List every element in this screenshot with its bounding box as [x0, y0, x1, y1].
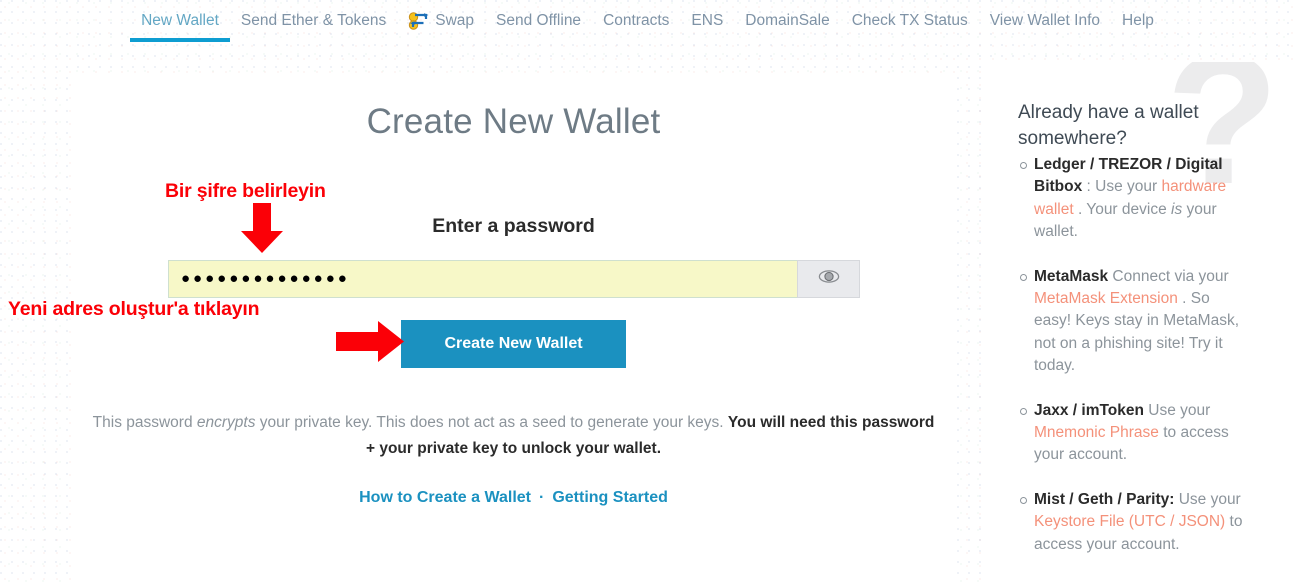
- swap-coins-icon: [408, 12, 430, 30]
- password-visibility-toggle[interactable]: [797, 260, 860, 298]
- nav-item-label: Check TX Status: [851, 12, 968, 29]
- nav-item-label: DomainSale: [745, 12, 830, 29]
- list-item: Mist / Geth / Parity: Use your Keystore …: [1020, 489, 1246, 556]
- nav-item-domainsale[interactable]: DomainSale: [734, 8, 840, 32]
- already-have-wallet-sidebar: ? Already have a wallet somewhere? Ledge…: [988, 62, 1295, 583]
- annotation-password-note: Bir şifre belirleyin: [165, 180, 326, 202]
- nav-item-help[interactable]: Help: [1111, 8, 1165, 32]
- nav-item-ens[interactable]: ENS: [680, 8, 734, 32]
- nav-item-label: Help: [1122, 12, 1154, 29]
- explainer-part1: This password: [92, 414, 197, 431]
- option-name: MetaMask: [1034, 267, 1109, 285]
- password-explainer-text: This password encrypts your private key.…: [90, 410, 937, 462]
- nav-item-swap[interactable]: Swap: [397, 8, 485, 32]
- annotation-button-note: Yeni adres oluştur'a tıklayın: [8, 298, 260, 320]
- nav-item-send-offline[interactable]: Send Offline: [485, 8, 592, 32]
- option-name: Mist / Geth / Parity:: [1034, 490, 1175, 508]
- password-input-row: ●●●●●●●●●●●●●●: [168, 260, 860, 298]
- list-item: Jaxx / imToken Use your Mnemonic Phrase …: [1020, 400, 1246, 467]
- nav-item-view-wallet-info[interactable]: View Wallet Info: [979, 8, 1111, 32]
- option-text: Use your: [1143, 401, 1211, 419]
- list-item: Ledger / TREZOR / Digital Bitbox : Use y…: [1020, 154, 1246, 244]
- eye-icon: [818, 269, 840, 289]
- option-name: Jaxx / imToken: [1034, 401, 1144, 419]
- option-text: . Your device: [1073, 200, 1172, 218]
- nav-item-label: View Wallet Info: [989, 12, 1101, 29]
- sidebar-link[interactable]: Keystore File (UTC / JSON): [1034, 513, 1225, 530]
- link-getting-started[interactable]: Getting Started: [552, 489, 668, 506]
- nav-item-new-wallet[interactable]: New Wallet: [130, 8, 230, 42]
- option-text: : Use your: [1082, 178, 1162, 196]
- nav-item-label: Contracts: [603, 12, 670, 29]
- sidebar-link[interactable]: Mnemonic Phrase: [1034, 424, 1159, 441]
- nav-item-label: New Wallet: [141, 12, 219, 29]
- explainer-emphasis: encrypts: [196, 414, 256, 431]
- explainer-part2: your private key. This does not act as a…: [255, 414, 728, 431]
- nav-item-check-tx-status[interactable]: Check TX Status: [841, 8, 979, 32]
- nav-item-send-ether-tokens[interactable]: Send Ether & Tokens: [230, 8, 397, 32]
- create-new-wallet-button[interactable]: Create New Wallet: [401, 320, 626, 368]
- red-down-arrow-icon: [236, 203, 288, 253]
- link-how-to-create-a-wallet[interactable]: How to Create a Wallet: [359, 489, 531, 506]
- nav-item-label: Swap: [435, 12, 475, 29]
- password-input[interactable]: ●●●●●●●●●●●●●●: [168, 260, 797, 298]
- option-emphasis: is: [1171, 200, 1183, 218]
- create-wallet-panel: Create New Wallet Enter a password ●●●●●…: [72, 77, 955, 583]
- page-title: Create New Wallet: [366, 102, 661, 141]
- help-links: How to Create a Wallet · Getting Started: [72, 489, 955, 507]
- nav-item-label: Send Ether & Tokens: [240, 12, 387, 29]
- list-item: MetaMask Connect via your MetaMask Exten…: [1020, 266, 1246, 378]
- wallet-options-list: Ledger / TREZOR / Digital Bitbox : Use y…: [1018, 154, 1246, 578]
- option-text: Use your: [1174, 490, 1241, 508]
- password-masked-value: ●●●●●●●●●●●●●●: [181, 269, 350, 287]
- sidebar-link[interactable]: MetaMask Extension: [1034, 290, 1178, 307]
- password-field-label: Enter a password: [432, 215, 595, 237]
- red-right-arrow-icon: [336, 318, 404, 365]
- nav-item-contracts[interactable]: Contracts: [592, 8, 680, 32]
- active-tab-underline: [130, 38, 230, 42]
- main-navigation: New Wallet Send Ether & Tokens Swap Send…: [0, 0, 1295, 47]
- option-text: Connect via your: [1108, 267, 1229, 285]
- nav-item-label: Send Offline: [496, 12, 582, 29]
- link-separator: ·: [539, 489, 545, 506]
- nav-item-label: ENS: [691, 12, 724, 29]
- sidebar-title: Already have a wallet somewhere?: [1018, 102, 1199, 149]
